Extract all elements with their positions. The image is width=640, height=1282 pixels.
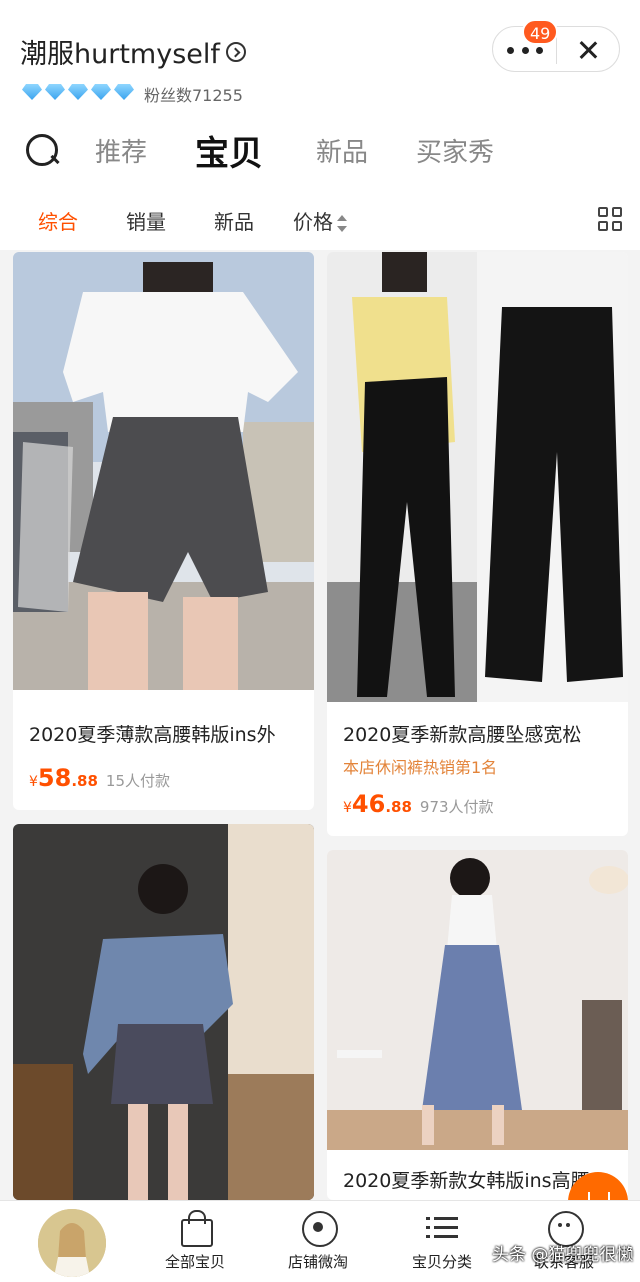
price-integer: 58 bbox=[37, 764, 72, 792]
nav-label: 全部宝贝 bbox=[164, 1253, 225, 1271]
price-row: ¥46.88 973人付款 bbox=[343, 790, 494, 818]
currency: ¥ bbox=[29, 774, 38, 790]
avatar-photo bbox=[38, 1209, 106, 1277]
nav-all-products[interactable]: 全部宝贝 bbox=[145, 1209, 245, 1272]
price-decimal: .88 bbox=[71, 772, 98, 790]
diamond-icon bbox=[68, 84, 88, 100]
broadcast-icon bbox=[300, 1209, 338, 1247]
nav-shop-weitao[interactable]: 店铺微淘 bbox=[268, 1209, 368, 1272]
sold-count: 15人付款 bbox=[105, 772, 170, 790]
product-photo bbox=[13, 252, 314, 690]
tab-new[interactable]: 新品 bbox=[316, 132, 368, 169]
product-title: 2020夏季新款高腰坠感宽松 bbox=[343, 724, 582, 746]
diamond-icon bbox=[114, 84, 134, 100]
diamond-icon bbox=[45, 84, 65, 100]
diamond-icon bbox=[22, 84, 42, 100]
shop-header: 潮服hurtmyself 粉丝数71255 49 推荐 宝贝 新品 买家秀 综合… bbox=[0, 0, 640, 250]
tab-buyer-show[interactable]: 买家秀 bbox=[416, 132, 494, 169]
sort-price-label: 价格 bbox=[293, 210, 333, 234]
nav-label: 店铺微淘 bbox=[287, 1253, 348, 1271]
sort-price[interactable]: 价格 bbox=[293, 206, 347, 235]
diamond-icon bbox=[91, 84, 111, 100]
product-image[interactable] bbox=[327, 850, 628, 1150]
grid-view-icon[interactable] bbox=[598, 207, 622, 231]
currency: ¥ bbox=[343, 800, 352, 816]
product-card[interactable]: 2020夏季新款女韩版ins高腰 bbox=[327, 850, 628, 1200]
product-image[interactable] bbox=[327, 252, 628, 702]
shop-avatar[interactable] bbox=[38, 1209, 106, 1277]
price-integer: 46 bbox=[351, 790, 386, 818]
capsule-divider bbox=[556, 36, 557, 64]
product-image[interactable] bbox=[13, 252, 314, 690]
shop-tabs: 推荐 宝贝 新品 买家秀 bbox=[0, 126, 640, 182]
product-card[interactable]: 2020夏季新款高腰坠感宽松 本店休闲裤热销第1名 ¥46.88 973人付款 bbox=[327, 252, 628, 836]
product-photo bbox=[327, 850, 628, 1150]
product-title: 2020夏季薄款高腰韩版ins外 bbox=[29, 724, 276, 746]
sort-bar: 综合 销量 新品 价格 bbox=[0, 196, 640, 244]
nav-label: 宝贝分类 bbox=[411, 1253, 472, 1271]
search-icon[interactable] bbox=[26, 134, 60, 168]
chevron-right-icon bbox=[225, 41, 246, 62]
product-card[interactable] bbox=[13, 824, 314, 1200]
shop-rating-diamonds bbox=[22, 84, 134, 100]
price-decimal: .88 bbox=[385, 798, 412, 816]
sort-comprehensive[interactable]: 综合 bbox=[38, 206, 78, 235]
product-image[interactable] bbox=[13, 824, 314, 1200]
sort-new[interactable]: 新品 bbox=[214, 206, 254, 235]
product-card[interactable]: 2020夏季薄款高腰韩版ins外 ¥58.88 15人付款 bbox=[13, 252, 314, 810]
nav-categories[interactable]: 宝贝分类 bbox=[392, 1209, 492, 1272]
sort-arrows-icon bbox=[337, 214, 347, 234]
tab-recommend[interactable]: 推荐 bbox=[95, 132, 147, 169]
hot-sale-tag: 本店休闲裤热销第1名 bbox=[343, 758, 498, 777]
bag-icon bbox=[177, 1209, 213, 1247]
close-icon[interactable] bbox=[573, 35, 603, 65]
price-row: ¥58.88 15人付款 bbox=[29, 764, 170, 792]
list-icon bbox=[424, 1209, 460, 1245]
shop-name-text: 潮服hurtmyself bbox=[20, 39, 220, 70]
product-photo bbox=[13, 824, 314, 1200]
tab-products[interactable]: 宝贝 bbox=[195, 126, 263, 175]
product-photo bbox=[327, 252, 628, 702]
sort-sales[interactable]: 销量 bbox=[126, 206, 166, 235]
watermark: 头条 @猫兜兜很懒 bbox=[492, 1245, 634, 1265]
more-icon[interactable] bbox=[507, 47, 543, 55]
fans-count: 粉丝数71255 bbox=[144, 86, 243, 105]
notification-badge: 49 bbox=[522, 19, 559, 45]
shop-name[interactable]: 潮服hurtmyself bbox=[20, 32, 246, 71]
sold-count: 973人付款 bbox=[419, 798, 494, 816]
